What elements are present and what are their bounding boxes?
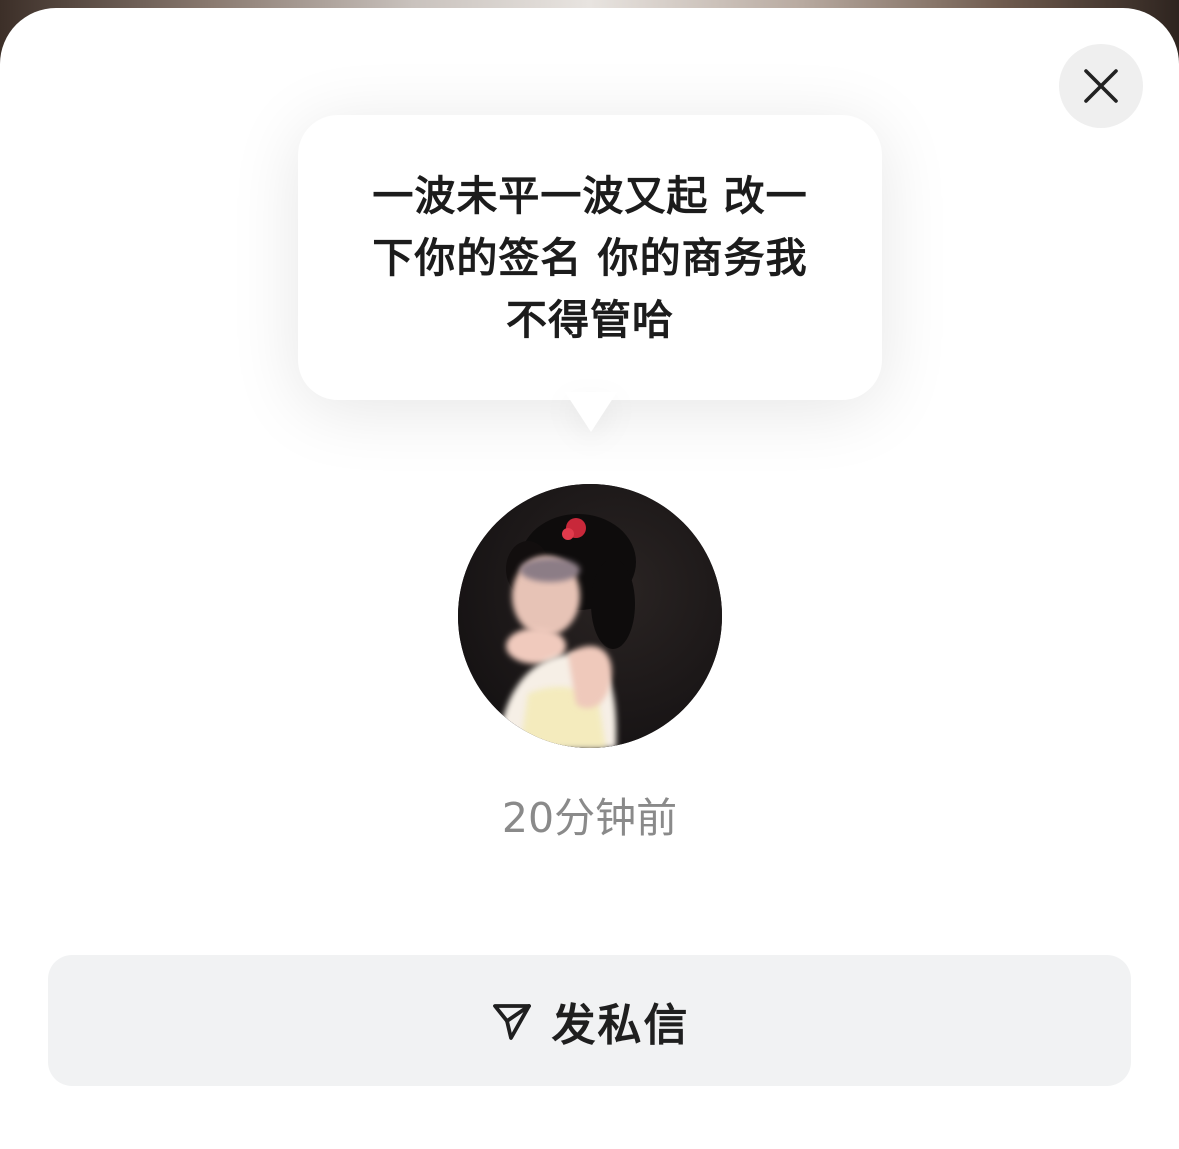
- close-button[interactable]: [1059, 44, 1143, 128]
- avatar-image: [458, 484, 722, 748]
- last-active-time: 20分钟前: [501, 794, 678, 842]
- send-message-button[interactable]: 发私信: [48, 955, 1131, 1086]
- status-text: 一波未平一波又起 改一下你的签名 你的商务我不得管哈: [372, 171, 808, 344]
- close-icon: [1084, 69, 1118, 103]
- status-bubble: 一波未平一波又起 改一下你的签名 你的商务我不得管哈: [298, 115, 882, 400]
- avatar[interactable]: [458, 484, 722, 748]
- status-bubble-tail: [565, 392, 617, 432]
- send-message-label: 发私信: [551, 999, 690, 1051]
- send-icon: [490, 999, 534, 1043]
